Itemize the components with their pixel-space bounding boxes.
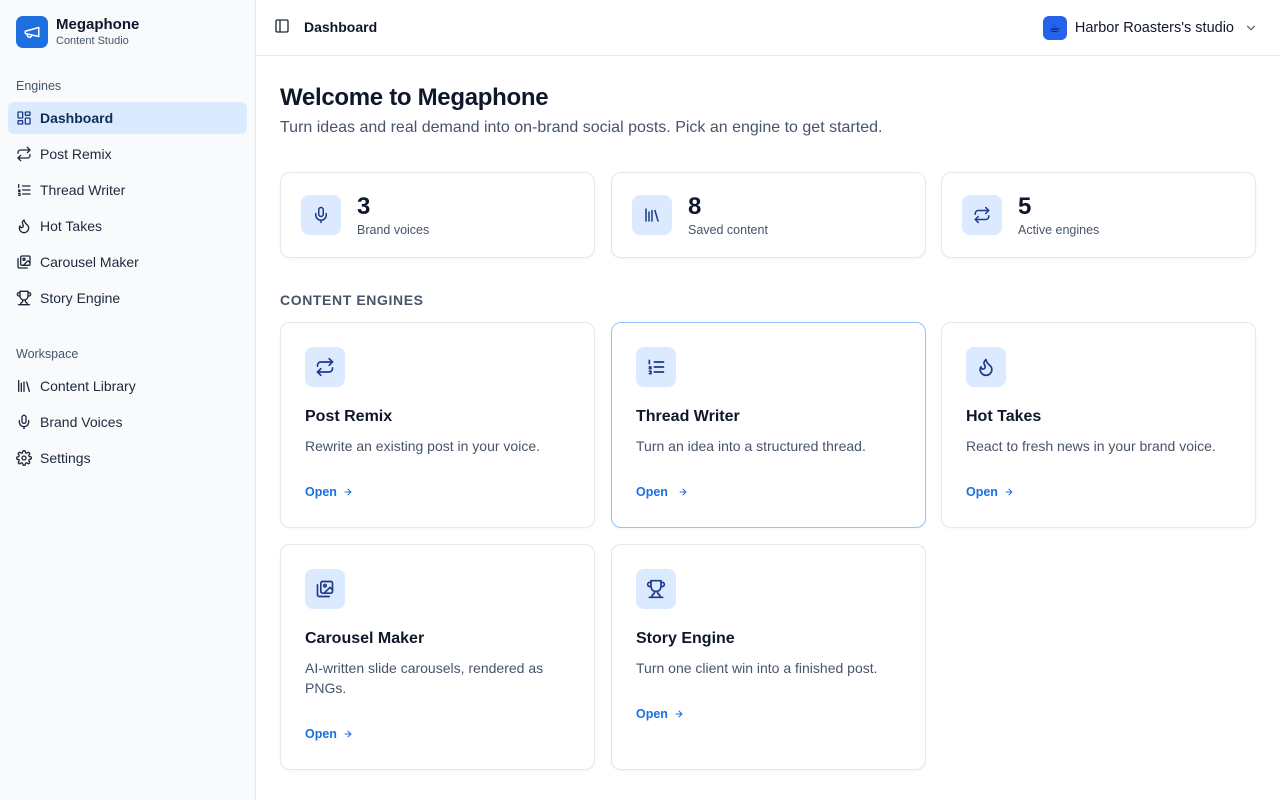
brand-subtitle: Content Studio: [56, 35, 129, 47]
sidebar-toggle-button[interactable]: [272, 18, 292, 38]
studio-switcher[interactable]: ☕ Harbor Roasters's studio: [1042, 16, 1258, 40]
content-engines-heading: CONTENT ENGINES: [280, 292, 424, 308]
sidebar-item-story-engine[interactable]: Story Engine: [8, 282, 247, 314]
engine-title: Carousel Maker: [305, 630, 425, 647]
panel-left-icon: [274, 18, 290, 39]
engine-title: Hot Takes: [966, 408, 1042, 425]
sidebar-item-content-library[interactable]: Content Library: [8, 370, 247, 402]
stat-card-active-engines: 5 Active engines: [941, 172, 1256, 258]
library-icon: [16, 378, 32, 394]
images-icon: [305, 569, 345, 609]
welcome-subheading: Turn ideas and real demand into on-brand…: [280, 119, 883, 136]
arrow-right-icon: [343, 487, 353, 497]
open-link[interactable]: Open: [305, 727, 353, 741]
brand[interactable]: Megaphone Content Studio: [16, 16, 139, 48]
sidebar-item-label: Story Engine: [40, 290, 121, 306]
workspace-section-label: Workspace: [16, 347, 79, 361]
sidebar-item-hot-takes[interactable]: Hot Takes: [8, 210, 247, 242]
engine-title: Post Remix: [305, 408, 393, 425]
stat-card-brand-voices: 3 Brand voices: [280, 172, 595, 258]
trophy-icon: [636, 569, 676, 609]
repeat-icon: [16, 146, 32, 162]
sidebar-item-label: Post Remix: [40, 146, 112, 162]
arrow-right-icon: [678, 487, 688, 497]
arrow-right-icon: [674, 709, 684, 719]
engine-card-post-remix[interactable]: Post Remix Rewrite an existing post in y…: [280, 322, 595, 528]
open-link[interactable]: Open: [636, 707, 684, 721]
engine-card-hot-takes[interactable]: Hot Takes React to fresh news in your br…: [941, 322, 1256, 528]
repeat-icon: [962, 195, 1002, 235]
engine-description: Turn an idea into a structured thread.: [636, 438, 866, 454]
images-icon: [16, 254, 32, 270]
gear-icon: [16, 450, 32, 466]
chevron-down-icon: [1244, 21, 1258, 35]
arrow-right-icon: [343, 729, 353, 739]
open-label: Open: [636, 485, 668, 499]
sidebar: Megaphone Content Studio Engines Dashboa…: [0, 0, 256, 800]
repeat-icon: [305, 347, 345, 387]
studio-name: Harbor Roasters's studio: [1074, 20, 1234, 36]
sidebar-item-dashboard[interactable]: Dashboard: [8, 102, 247, 134]
arrow-right-icon: [1004, 487, 1014, 497]
stat-label: Active engines: [1018, 223, 1100, 237]
flame-icon: [16, 218, 32, 234]
sidebar-item-label: Brand Voices: [40, 414, 123, 430]
open-link[interactable]: Open: [305, 485, 353, 499]
list-ordered-icon: [16, 182, 32, 198]
welcome-heading: Welcome to Megaphone: [280, 84, 549, 111]
stat-value: 8: [688, 193, 702, 220]
stat-card-saved-content: 8 Saved content: [611, 172, 926, 258]
megaphone-icon: [16, 16, 48, 48]
open-label: Open: [966, 485, 998, 499]
engine-card-carousel-maker[interactable]: Carousel Maker AI-written slide carousel…: [280, 544, 595, 770]
open-link[interactable]: Open: [636, 485, 688, 499]
stat-label: Brand voices: [357, 223, 430, 237]
sidebar-item-carousel-maker[interactable]: Carousel Maker: [8, 246, 247, 278]
engine-description: AI-written slide carousels, rendered as …: [305, 660, 544, 696]
page-title: Dashboard: [304, 19, 378, 35]
open-label: Open: [305, 727, 337, 741]
engine-title: Thread Writer: [636, 408, 740, 425]
sidebar-item-label: Content Library: [40, 378, 136, 394]
stat-value: 5: [1018, 193, 1032, 220]
engine-description: Turn one client win into a finished post…: [636, 660, 878, 676]
sidebar-item-settings[interactable]: Settings: [8, 442, 247, 474]
engine-card-story-engine[interactable]: Story Engine Turn one client win into a …: [611, 544, 926, 770]
sidebar-item-post-remix[interactable]: Post Remix: [8, 138, 247, 170]
topbar: Dashboard ☕ Harbor Roasters's studio: [256, 0, 1280, 56]
mic-icon: [301, 195, 341, 235]
sidebar-item-brand-voices[interactable]: Brand Voices: [8, 406, 247, 438]
stat-label: Saved content: [688, 223, 768, 237]
mic-icon: [16, 414, 32, 430]
engine-title: Story Engine: [636, 630, 735, 647]
open-link[interactable]: Open: [966, 485, 1014, 499]
studio-avatar: ☕: [1042, 16, 1067, 40]
sidebar-item-label: Hot Takes: [40, 218, 102, 234]
trophy-icon: [16, 290, 32, 306]
sidebar-item-label: Dashboard: [40, 110, 114, 126]
engine-description: Rewrite an existing post in your voice.: [305, 438, 540, 454]
engine-card-thread-writer[interactable]: Thread Writer Turn an idea into a struct…: [611, 322, 926, 528]
list-ordered-icon: [636, 347, 676, 387]
stat-value: 3: [357, 193, 371, 220]
sidebar-item-label: Carousel Maker: [40, 254, 139, 270]
engines-section-label: Engines: [16, 79, 62, 93]
sidebar-item-thread-writer[interactable]: Thread Writer: [8, 174, 247, 206]
layout-grid-icon: [16, 110, 32, 126]
sidebar-item-label: Thread Writer: [40, 182, 126, 198]
engine-description: React to fresh news in your brand voice.: [966, 438, 1216, 454]
sidebar-item-label: Settings: [40, 450, 91, 466]
open-label: Open: [636, 707, 668, 721]
library-icon: [632, 195, 672, 235]
flame-icon: [966, 347, 1006, 387]
open-label: Open: [305, 485, 337, 499]
brand-name: Megaphone: [56, 16, 140, 33]
